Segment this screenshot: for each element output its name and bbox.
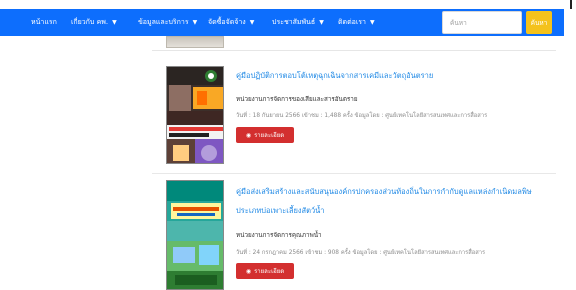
nav-pr[interactable]: ประชาสัมพันธ์ ▼ <box>272 9 324 36</box>
book-card: คู่มือปฏิบัติการตอบโต้เหตุฉุกเฉินจากสารเ… <box>152 56 556 168</box>
nav-procurement-label: จัดซื้อจัดจ้าง <box>208 18 246 26</box>
eye-icon: ◉ <box>245 131 252 139</box>
details-button-label: รายละเอียด <box>254 132 285 139</box>
nav-about[interactable]: เกี่ยวกับ คพ. ▼ <box>71 9 117 36</box>
nav-about-label: เกี่ยวกับ คพ. <box>71 18 109 26</box>
nav-services[interactable]: ข้อมูลและบริการ ▼ <box>138 9 197 36</box>
book-meta: วันที่ : 18 กันยายน 2566 เข้าชม : 1,488 … <box>236 113 488 119</box>
nav-contact-label: ติดต่อเรา <box>338 18 366 26</box>
book-cover-image-partial <box>166 36 224 48</box>
book-cover-image[interactable] <box>166 66 224 164</box>
aquaculture-cover-art <box>167 181 223 289</box>
nav-services-label: ข้อมูลและบริการ <box>138 18 189 26</box>
nav-procurement[interactable]: จัดซื้อจัดจ้าง ▼ <box>208 9 254 36</box>
eye-icon: ◉ <box>245 267 252 275</box>
book-agency: หน่วยงานการจัดการคุณภาพน้ำ <box>236 232 322 239</box>
nav-pr-label: ประชาสัมพันธ์ <box>272 18 316 26</box>
book-title-link[interactable]: คู่มือปฏิบัติการตอบโต้เหตุฉุกเฉินจากสารเ… <box>236 66 554 85</box>
window-edge-mark <box>570 0 572 9</box>
details-button[interactable]: ◉ รายละเอียด <box>236 127 294 143</box>
book-agency: หน่วยงานการจัดการของเสียและสารอันตราย <box>236 96 358 103</box>
book-meta: วันที่ : 24 กรกฎาคม 2566 เข้าชม : 908 คร… <box>236 250 486 256</box>
search-input[interactable] <box>442 11 522 34</box>
search-button[interactable]: ค้นหา <box>526 11 552 34</box>
caret-down-icon: ▼ <box>112 19 117 26</box>
top-navbar: หน้าแรก เกี่ยวกับ คพ. ▼ ข้อมูลและบริการ … <box>0 9 564 36</box>
chemical-emergency-cover-art <box>167 67 223 163</box>
nav-contact[interactable]: ติดต่อเรา ▼ <box>338 9 375 36</box>
caret-down-icon: ▼ <box>192 19 198 26</box>
book-card: คู่มือส่งเสริมสร้างและสนับสนุนองค์กรปกคร… <box>152 174 556 290</box>
nav-home[interactable]: หน้าแรก <box>31 9 57 36</box>
details-button-label: รายละเอียด <box>254 268 285 275</box>
caret-down-icon: ▼ <box>369 19 375 26</box>
book-title-link[interactable]: คู่มือส่งเสริมสร้างและสนับสนุนองค์กรปกคร… <box>236 182 554 220</box>
details-button[interactable]: ◉ รายละเอียด <box>236 263 294 279</box>
nav-home-label: หน้าแรก <box>31 18 57 26</box>
page-gutter <box>0 36 152 290</box>
caret-down-icon: ▼ <box>319 19 324 26</box>
book-cover-image[interactable] <box>166 180 224 290</box>
caret-down-icon: ▼ <box>249 19 255 26</box>
